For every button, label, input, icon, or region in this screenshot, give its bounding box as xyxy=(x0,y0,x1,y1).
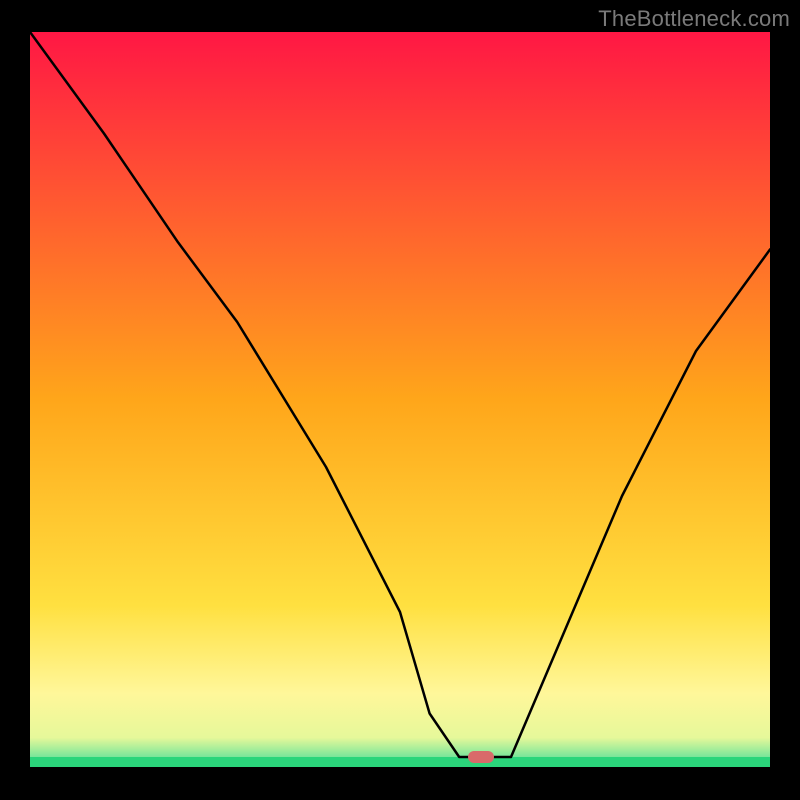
bottleneck-curve xyxy=(30,32,770,767)
watermark-text: TheBottleneck.com xyxy=(598,6,790,32)
chart-frame: TheBottleneck.com xyxy=(0,0,800,800)
optimal-marker xyxy=(468,751,494,763)
plot-area xyxy=(30,32,770,767)
